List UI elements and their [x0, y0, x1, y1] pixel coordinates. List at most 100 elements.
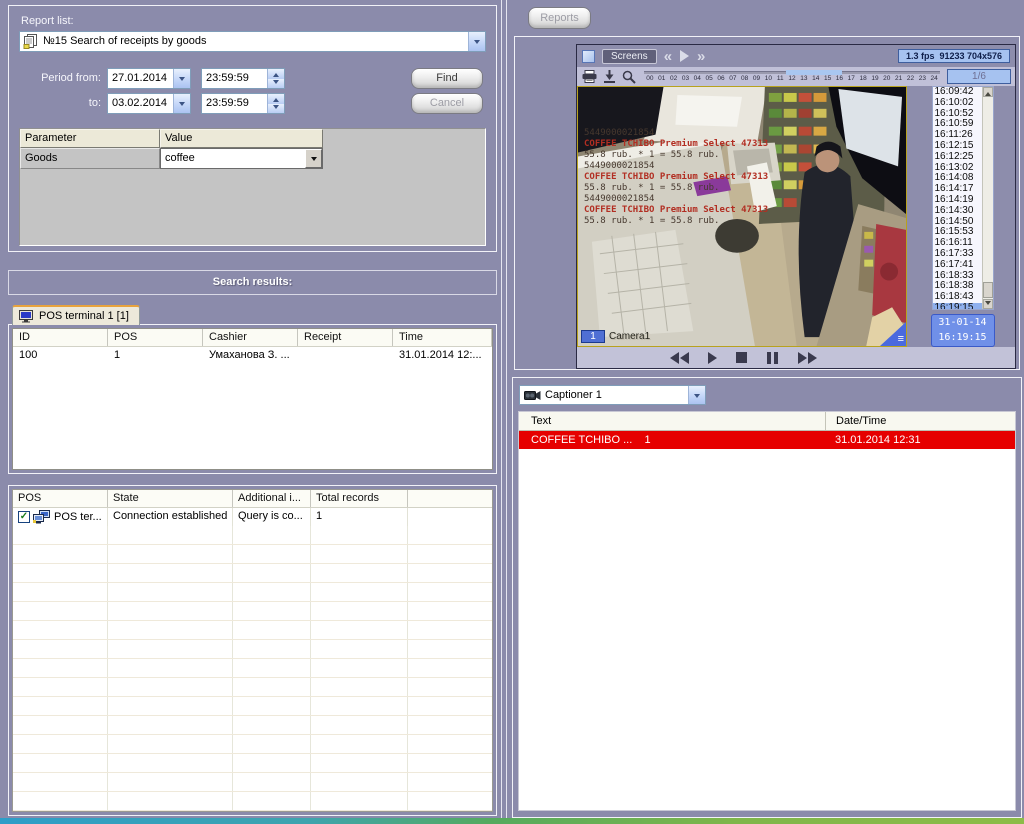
timeline-tick: 00 — [644, 75, 656, 82]
period-to-label: to: — [13, 97, 101, 109]
search-results-header: Search results: — [8, 270, 497, 295]
current-datetime-badge: 31-01-14 16:19:15 — [931, 314, 995, 347]
timestamp-item[interactable]: 16:12:25 — [933, 152, 982, 163]
printer-icon[interactable] — [581, 70, 597, 84]
timeline-tick: 18 — [857, 75, 869, 82]
pause-button[interactable] — [766, 352, 779, 364]
player-header: Screens « » 1.3 fps 91233 704x576 — [577, 45, 1015, 67]
play-icon[interactable] — [680, 50, 689, 62]
tab-pos-terminal[interactable]: POS terminal 1 [1] — [12, 305, 140, 325]
current-date: 31-01-14 — [932, 315, 994, 330]
status-empty-row — [13, 621, 492, 640]
fast-forward-button[interactable] — [798, 352, 817, 364]
timeline-tick: 15 — [822, 75, 834, 82]
rewind-button[interactable] — [670, 352, 689, 364]
captioner-selector[interactable]: Captioner 1 — [519, 385, 706, 405]
cell-cashier: Умаханова З. ... — [203, 347, 298, 365]
captioner-dropdown-arrow-icon[interactable] — [688, 386, 705, 404]
timeline-tick: 17 — [845, 75, 857, 82]
col-time[interactable]: Time — [393, 329, 492, 346]
col-id[interactable]: ID — [13, 329, 108, 346]
status-empty-row — [13, 773, 492, 792]
timeline-tick: 12 — [786, 75, 798, 82]
captioner-panel: Captioner 1 Text Date/Time COFFEE TCHIBO… — [512, 377, 1022, 818]
date-to-dropdown-arrow-icon[interactable] — [173, 94, 190, 113]
overlay-line: 5449000021854 — [584, 128, 768, 139]
timestamp-item[interactable]: 16:14:30 — [933, 206, 982, 217]
next-icon[interactable]: » — [697, 48, 705, 65]
timestamp-item[interactable]: 16:17:41 — [933, 260, 982, 271]
reports-button[interactable]: Reports — [528, 7, 591, 29]
timeline-tick: 23 — [916, 75, 928, 82]
timeline[interactable]: 0001020304050607080910111213141516171819… — [644, 67, 940, 86]
param-header-parameter: Parameter — [20, 129, 160, 148]
scrollbar-thumb[interactable] — [983, 282, 993, 298]
date-from-value: 27.01.2014 — [108, 69, 173, 88]
overlay-line: COFFEE TCHIBO Premium Select 47313 — [584, 139, 768, 150]
timeline-tick: 24 — [928, 75, 940, 82]
col-state[interactable]: State — [108, 490, 233, 507]
screens-button[interactable]: Screens — [602, 49, 657, 64]
time-from-spinner[interactable]: 23:59:59 — [201, 68, 285, 89]
timestamp-item[interactable]: 16:10:02 — [933, 98, 982, 109]
splitter-line[interactable] — [501, 0, 502, 818]
col-additional[interactable]: Additional i... — [233, 490, 311, 507]
report-list-combobox[interactable]: №15 Search of receipts by goods — [19, 31, 486, 52]
play-button[interactable] — [708, 352, 717, 364]
status-empty-row — [13, 678, 492, 697]
splitter-line[interactable] — [506, 0, 507, 818]
menu-icon[interactable]: ≡ — [898, 332, 904, 346]
stop-button[interactable] — [736, 352, 747, 363]
time-to-up-icon[interactable] — [268, 94, 284, 104]
timestamp-list: 16:09:4216:10:0216:10:5216:10:5916:11:26… — [932, 86, 994, 310]
cell-id: 100 — [13, 347, 108, 365]
col-pos[interactable]: POS — [13, 490, 108, 507]
date-to-picker[interactable]: 03.02.2014 — [107, 93, 191, 114]
find-button[interactable]: Find — [411, 68, 483, 89]
time-to-spinner[interactable]: 23:59:59 — [201, 93, 285, 114]
caption-row-selected[interactable]: COFFEE TCHIBO ... 1 31.01.2014 12:31 — [519, 431, 1015, 449]
scroll-down-icon[interactable] — [983, 299, 993, 309]
prev-icon[interactable]: « — [664, 48, 672, 65]
zoom-icon[interactable] — [621, 70, 637, 84]
check-icon[interactable]: ✓ — [18, 511, 30, 523]
time-to-down-icon[interactable] — [268, 104, 284, 114]
results-panel: ID POS Cashier Receipt Time 100 1 Умахан… — [8, 324, 497, 474]
param-value-combobox[interactable]: coffee — [160, 148, 323, 169]
screens-checkbox-icon[interactable] — [582, 50, 595, 63]
status-row[interactable]: ✓ POS ter... Connection established Quer… — [13, 508, 492, 526]
col-text[interactable]: Text — [519, 412, 825, 430]
timeline-tick: 09 — [751, 75, 763, 82]
overlay-line: 55.8 rub. * 1 = 55.8 rub. — [584, 183, 768, 194]
col-pos[interactable]: POS — [108, 329, 203, 346]
time-from-down-icon[interactable] — [268, 79, 284, 89]
col-receipt[interactable]: Receipt — [298, 329, 393, 346]
export-icon[interactable] — [601, 70, 617, 84]
cancel-button[interactable]: Cancel — [411, 93, 483, 114]
param-value-dropdown-arrow-icon[interactable] — [305, 149, 322, 168]
status-empty-row — [13, 602, 492, 621]
timeline-tick: 02 — [668, 75, 680, 82]
timestamp-item[interactable]: 16:19:15 — [933, 303, 982, 311]
status-empty-row — [13, 640, 492, 659]
camera-name-label: Camera1 — [609, 331, 650, 342]
player-toolbar: 0001020304050607080910111213141516171819… — [577, 67, 1015, 86]
report-list-label: Report list: — [21, 15, 74, 27]
timeline-tick: 10 — [762, 75, 774, 82]
status-state: Connection established — [108, 508, 233, 526]
col-datetime[interactable]: Date/Time — [825, 412, 1015, 430]
time-from-up-icon[interactable] — [268, 69, 284, 79]
date-from-dropdown-arrow-icon[interactable] — [173, 69, 190, 88]
overlay-line: COFFEE TCHIBO Premium Select 47313 — [584, 172, 768, 183]
date-from-picker[interactable]: 27.01.2014 — [107, 68, 191, 89]
timestamp-scrollbar[interactable] — [982, 87, 993, 309]
col-cashier[interactable]: Cashier — [203, 329, 298, 346]
status-empty-row — [13, 716, 492, 735]
results-row[interactable]: 100 1 Умаханова З. ... 31.01.2014 12:... — [13, 347, 492, 365]
scroll-up-icon[interactable] — [983, 87, 993, 97]
status-empty-row — [13, 583, 492, 602]
caption-text: COFFEE TCHIBO ... 1 — [519, 431, 825, 449]
captioner-selector-value: Captioner 1 — [541, 386, 688, 404]
col-total-records[interactable]: Total records — [311, 490, 408, 507]
report-list-dropdown-arrow-icon[interactable] — [468, 32, 485, 51]
